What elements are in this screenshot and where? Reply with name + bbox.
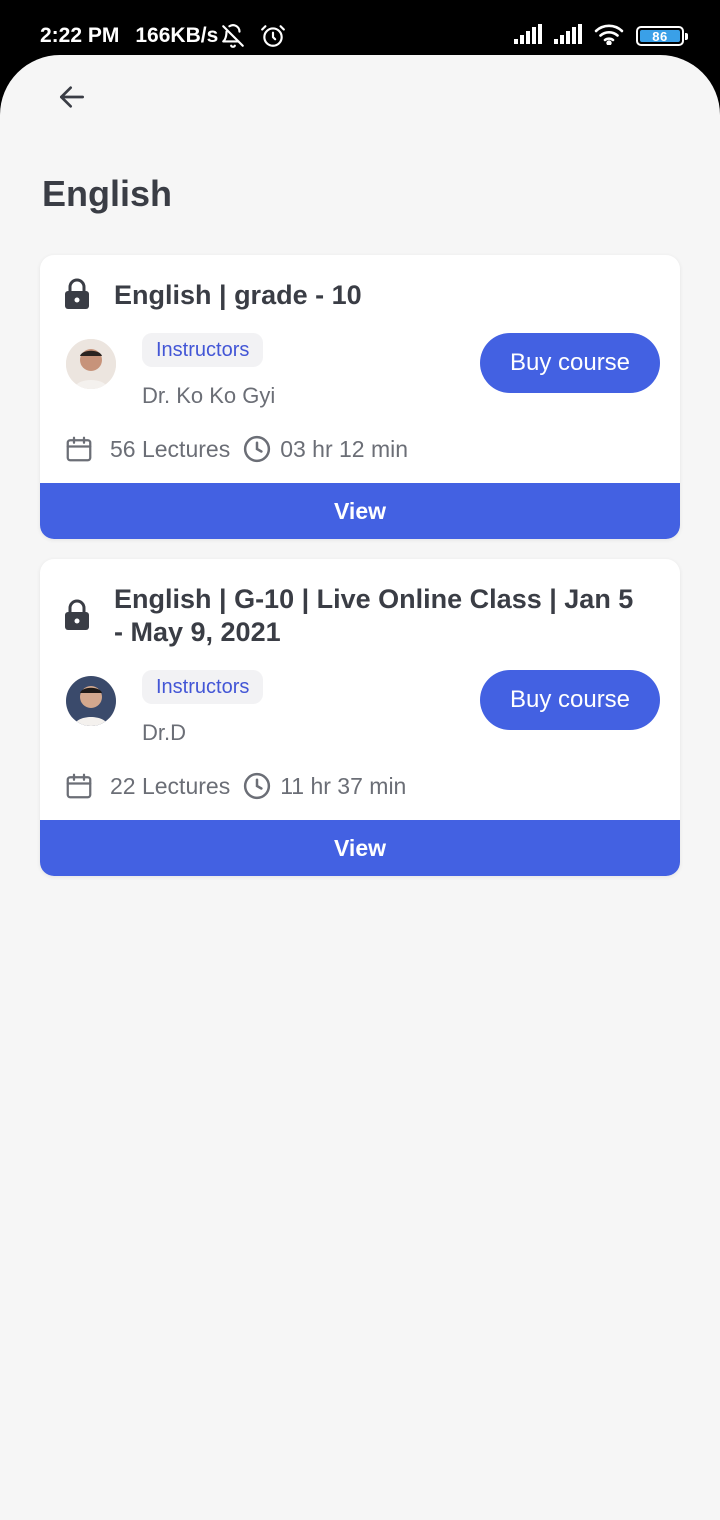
view-button[interactable]: View [40, 820, 680, 876]
calendar-icon [66, 436, 92, 462]
status-left: 2:22 PM 166KB/s [40, 22, 286, 50]
status-time: 2:22 PM [40, 24, 120, 47]
view-button[interactable]: View [40, 483, 680, 539]
instructor-name: Dr.D [142, 720, 186, 745]
network-speed: 166KB/s [135, 24, 219, 47]
page-title: English [42, 173, 173, 214]
alarm-icon [260, 23, 286, 49]
clock-icon [244, 435, 271, 463]
buy-course-button[interactable]: Buy course [480, 670, 660, 730]
calendar-icon [66, 773, 92, 799]
screen: English English | grade - 10 Instructors… [0, 55, 720, 1520]
instructors-badge: Instructors [142, 670, 264, 704]
course-meta: 22 Lectures 11 hr 37 min [64, 770, 406, 802]
course-card: English | G-10 | Live Online Class | Jan… [40, 559, 680, 876]
lectures-count: 56 Lectures [110, 435, 231, 462]
course-title: English | grade - 10 [114, 280, 362, 310]
bell-off-icon [220, 23, 246, 49]
arrow-left-icon [60, 86, 84, 108]
avatar [66, 339, 116, 389]
lectures-count: 22 Lectures [110, 772, 231, 799]
instructors-badge: Instructors [142, 333, 264, 367]
signal-icon [554, 23, 582, 49]
course-duration: 11 hr 37 min [280, 772, 407, 799]
lock-icon [65, 278, 89, 309]
course-card: English | grade - 10 Instructors Dr. Ko … [40, 255, 680, 539]
lock-icon [65, 599, 89, 630]
battery-icon: 86 [636, 26, 688, 46]
signal-icon [514, 23, 542, 49]
course-duration: 03 hr 12 min [280, 435, 409, 462]
status-right: 86 [514, 22, 688, 50]
clock-icon [244, 772, 271, 800]
buy-course-button[interactable]: Buy course [480, 333, 660, 393]
course-title: English | G-10 | Live Online Class | Jan… [114, 584, 634, 647]
instructor-name: Dr. Ko Ko Gyi [142, 383, 276, 408]
back-button[interactable] [50, 75, 94, 119]
battery-level: 86 [640, 29, 680, 44]
course-meta: 56 Lectures 03 hr 12 min [64, 433, 408, 465]
wifi-icon [594, 23, 624, 50]
avatar [66, 676, 116, 726]
